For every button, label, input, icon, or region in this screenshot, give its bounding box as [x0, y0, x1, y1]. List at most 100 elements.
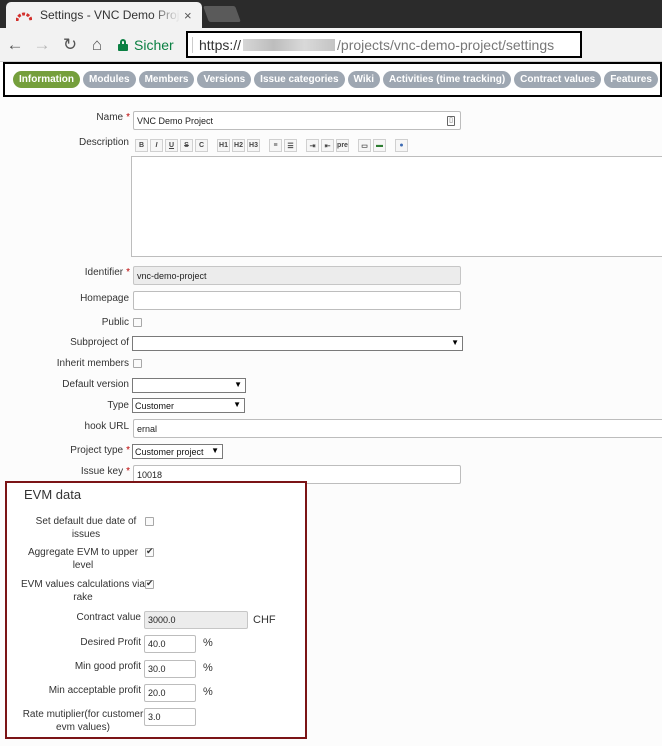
unquote-icon[interactable]: ⇤ [321, 139, 334, 152]
issue-key-label-text: Issue key [80, 466, 124, 477]
homepage-input[interactable] [133, 291, 461, 310]
project-type-value: Customer project [135, 446, 204, 457]
url-path: /projects/vnc-demo-project/settings [337, 36, 555, 53]
quote-icon[interactable]: ⇥ [306, 139, 319, 152]
tab-issue-categories[interactable]: Issue categories [254, 71, 345, 88]
project-type-label: Project type * [20, 444, 130, 457]
address-separator [192, 36, 193, 53]
identifier-label-text: Identifier [84, 267, 124, 278]
close-tab-icon[interactable]: × [184, 8, 192, 23]
name-input[interactable]: VNC Demo Project ▯ [133, 111, 461, 130]
rate-multiplier-label: Rate mutiplier(for customer evm values) [22, 709, 144, 733]
preformatted-button[interactable]: pre [336, 139, 349, 152]
project-type-select[interactable]: Customer project ▼ [132, 444, 223, 459]
homepage-label: Homepage [80, 293, 129, 304]
evm-data-section: EVM data Set default due date of issues … [5, 481, 307, 739]
reload-icon[interactable]: ↻ [59, 34, 81, 56]
home-icon[interactable]: ⌂ [86, 34, 108, 56]
tab-wiki[interactable]: Wiki [347, 71, 381, 88]
aggregate-evm-checkbox[interactable] [145, 546, 154, 557]
heading3-button[interactable]: H3 [247, 139, 260, 152]
browser-tab[interactable]: Settings - VNC Demo Project × [6, 2, 202, 28]
required-mark: * [126, 112, 130, 123]
strikethrough-button[interactable]: S [180, 139, 193, 152]
tab-information[interactable]: Information [13, 71, 80, 88]
required-mark: * [126, 466, 130, 477]
chevron-down-icon: ▼ [233, 400, 241, 409]
type-value: Customer [135, 400, 175, 411]
chevron-down-icon: ▼ [234, 380, 242, 389]
required-mark: * [126, 267, 130, 278]
rate-multiplier-input[interactable]: 3.0 [144, 708, 196, 726]
desired-profit-input[interactable]: 40.0 [144, 635, 196, 653]
address-bar[interactable]: https:// /projects/vnc-demo-project/sett… [186, 31, 582, 58]
bold-button[interactable]: B [135, 139, 148, 152]
default-version-select[interactable]: ▼ [132, 378, 246, 393]
redmine-logo-icon [16, 12, 32, 22]
code-button[interactable]: C [195, 139, 208, 152]
contract-value-input[interactable]: 3000.0 [144, 611, 248, 629]
issue-key-label: Issue key * [20, 465, 130, 478]
lock-icon [118, 39, 128, 51]
tab-contract-values[interactable]: Contract values [514, 71, 602, 88]
tab-features[interactable]: Features [604, 71, 658, 88]
min-acceptable-profit-label: Min acceptable profit [48, 685, 141, 696]
contract-value-label: Contract value [76, 612, 141, 623]
aggregate-evm-label: Aggregate EVM to upper level [27, 547, 139, 571]
bullet-list-icon[interactable]: ≡ [269, 139, 282, 152]
hook-url-label: hook URL [84, 421, 129, 432]
percent-sign: % [203, 637, 213, 649]
rake-checkbox[interactable] [145, 578, 154, 589]
heading2-button[interactable]: H2 [232, 139, 245, 152]
browser-tab-strip: Settings - VNC Demo Project × [0, 0, 662, 28]
browser-tab-title: Settings - VNC Demo Project [40, 8, 180, 22]
project-settings-tabs: Information Modules Members Versions Iss… [3, 62, 662, 97]
type-label: Type [107, 400, 129, 411]
wiki-toolbar: B I U S C H1 H2 H3 ≡ ☰ ⇥ ⇤ pre ▭ ▬ ● [135, 139, 408, 153]
browser-toolbar: ← → ↻ ⌂ Sicher https:// /projects/vnc-de… [0, 28, 662, 62]
tab-activities[interactable]: Activities (time tracking) [383, 71, 512, 88]
forward-icon[interactable]: → [31, 34, 53, 56]
link-icon[interactable]: ▭ [358, 139, 371, 152]
subproject-select[interactable]: ▼ [132, 336, 463, 351]
name-label: Name * [20, 111, 130, 124]
name-label-text: Name [96, 112, 124, 123]
help-icon[interactable]: ● [395, 139, 408, 152]
desired-profit-label: Desired Profit [80, 637, 141, 648]
min-acceptable-profit-input[interactable]: 20.0 [144, 684, 196, 702]
description-textarea[interactable] [131, 156, 662, 257]
secure-label: Sicher [134, 37, 174, 53]
min-good-profit-input[interactable]: 30.0 [144, 660, 196, 678]
heading1-button[interactable]: H1 [217, 139, 230, 152]
percent-sign: % [203, 662, 213, 674]
tab-members[interactable]: Members [138, 71, 195, 88]
italic-button[interactable]: I [150, 139, 163, 152]
tab-modules[interactable]: Modules [83, 71, 136, 88]
redacted-host [243, 38, 336, 51]
public-checkbox[interactable] [133, 318, 142, 327]
security-indicator[interactable]: Sicher [118, 35, 174, 55]
chevron-down-icon: ▼ [451, 338, 459, 347]
percent-sign: % [203, 686, 213, 698]
new-tab-button[interactable] [203, 6, 241, 22]
subproject-label: Subproject of [70, 337, 129, 348]
default-version-label: Default version [62, 379, 129, 390]
identifier-input[interactable]: vnc-demo-project [133, 266, 461, 285]
due-date-checkbox[interactable] [145, 517, 154, 526]
rake-label: EVM values calculations via rake [21, 579, 145, 603]
due-date-label: Set default due date of issues [35, 516, 137, 540]
type-select[interactable]: Customer ▼ [132, 398, 245, 413]
tab-versions[interactable]: Versions [197, 71, 252, 88]
chevron-down-icon: ▼ [211, 446, 219, 455]
contract-unit: CHF [253, 614, 276, 626]
numbered-list-icon[interactable]: ☰ [284, 139, 297, 152]
identifier-label: Identifier * [20, 266, 130, 279]
inherit-members-checkbox[interactable] [133, 359, 142, 368]
project-type-label-text: Project type [70, 445, 124, 456]
back-icon[interactable]: ← [4, 34, 26, 56]
underline-button[interactable]: U [165, 139, 178, 152]
name-value: VNC Demo Project [137, 115, 214, 126]
image-icon[interactable]: ▬ [373, 139, 386, 152]
hook-url-input[interactable]: ernal [133, 419, 662, 438]
field-note-icon[interactable]: ▯ [447, 116, 455, 126]
